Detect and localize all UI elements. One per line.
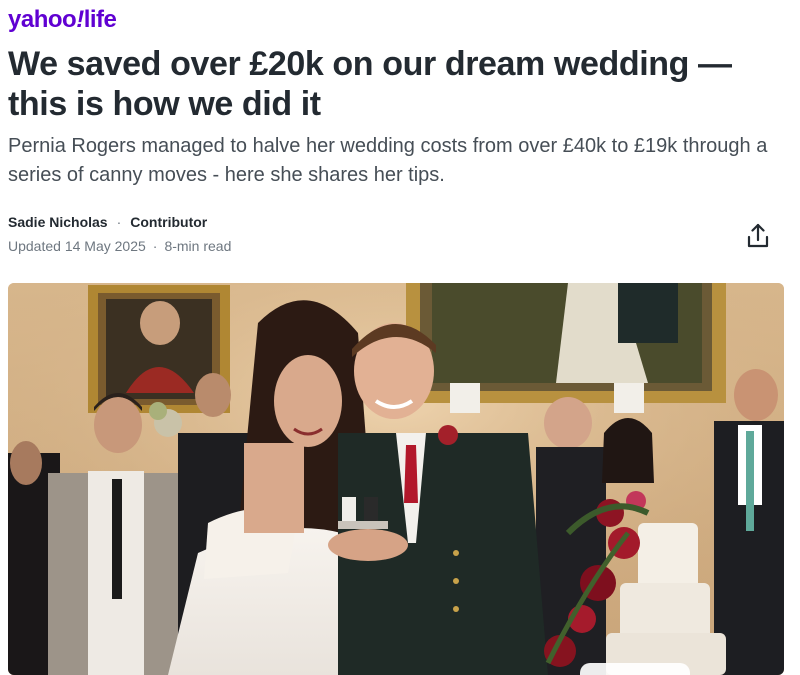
author-name[interactable]: Sadie Nicholas (8, 214, 108, 230)
byline: Sadie Nicholas · Contributor (8, 214, 207, 230)
read-time: 8-min read (164, 238, 232, 254)
author-role: Contributor (130, 214, 208, 230)
article-meta: Updated 14 May 2025 · 8-min read (8, 238, 231, 254)
wedding-photo (8, 283, 784, 675)
byline-separator: · (116, 214, 122, 230)
image-caption-tab[interactable] (580, 663, 690, 675)
share-button[interactable] (744, 222, 772, 250)
updated-date: Updated 14 May 2025 (8, 238, 146, 254)
share-icon (747, 223, 769, 248)
article-subhead: Pernia Rogers managed to halve her weddi… (8, 135, 768, 186)
logo-brand: yahoo (8, 6, 77, 33)
hero-image[interactable] (8, 283, 784, 675)
article-page: yahoo!life We saved over £20k on our dre… (0, 0, 800, 675)
logo-section: life (83, 6, 117, 33)
logo-bang: ! (76, 6, 84, 33)
article-headline: We saved over £20k on our dream wedding … (8, 45, 732, 123)
yahoo-life-logo[interactable]: yahoo!life (8, 6, 117, 34)
meta-separator: · (152, 238, 158, 254)
